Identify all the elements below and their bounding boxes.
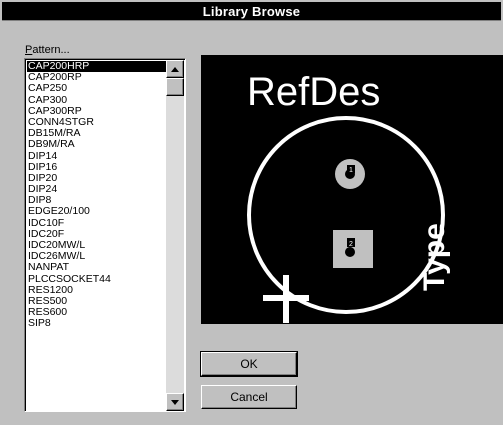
- arrow-up-icon: [171, 66, 179, 72]
- type-label: Type: [418, 223, 451, 291]
- scroll-up-button[interactable]: [166, 60, 184, 78]
- pattern-label: Pattern...: [25, 44, 70, 56]
- list-item[interactable]: CAP250: [27, 83, 167, 94]
- pin1-label: 1: [349, 167, 353, 174]
- list-item[interactable]: NANPAT: [27, 262, 167, 273]
- refdes-label: RefDes: [247, 70, 380, 114]
- list-item[interactable]: DIP14: [27, 150, 167, 162]
- list-item[interactable]: DB9M/RA: [27, 139, 167, 150]
- ok-button[interactable]: OK: [200, 351, 298, 377]
- title-bar[interactable]: Library Browse: [2, 2, 501, 21]
- pattern-list: CAP200HRP CAP200RP CAP250 CAP300 CAP300RP CON…: [27, 61, 167, 410]
- footprint-preview: RefDes Type 1 2: [201, 55, 503, 324]
- list-item[interactable]: SIP8: [27, 318, 167, 329]
- list-item[interactable]: EDGE20/100: [27, 206, 167, 217]
- scroll-down-button[interactable]: [166, 393, 184, 411]
- list-scrollbar[interactable]: [166, 60, 184, 411]
- pattern-label-text: attern...: [32, 44, 70, 56]
- origin-cross-horizontal: [263, 295, 309, 301]
- arrow-down-icon: [171, 399, 179, 405]
- pin2-label: 2: [349, 241, 353, 248]
- pin2-hole: [345, 247, 355, 257]
- pattern-listbox[interactable]: CAP200HRP CAP200RP CAP250 CAP300 CAP300RP CON…: [24, 58, 186, 412]
- scroll-thumb[interactable]: [166, 78, 184, 96]
- window-title: Library Browse: [202, 3, 301, 19]
- cancel-button[interactable]: Cancel: [201, 385, 297, 409]
- footprint-drawing: RefDes Type 1 2: [201, 55, 503, 324]
